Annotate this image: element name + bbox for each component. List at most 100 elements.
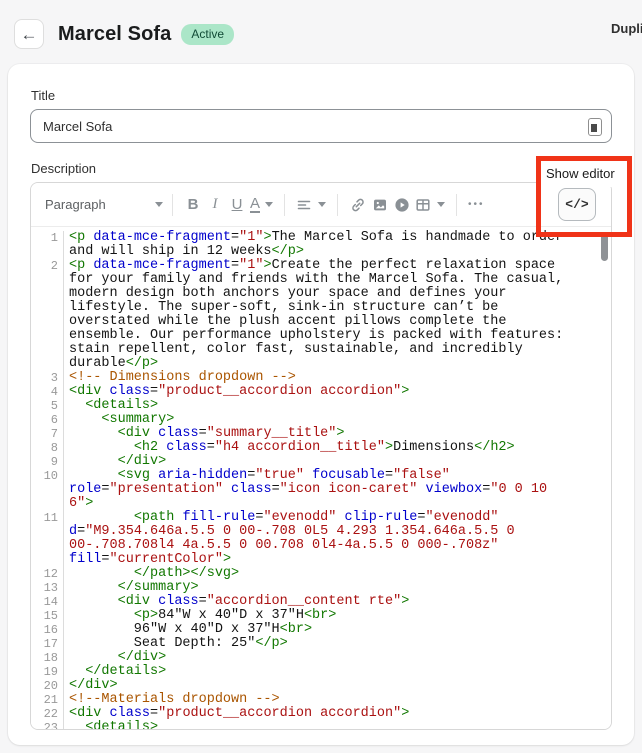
page-title: Marcel Sofa (58, 22, 172, 45)
link-icon (350, 197, 366, 213)
code-line[interactable]: <details> (64, 399, 162, 413)
status-badge: Active (181, 23, 235, 45)
duplicate-button[interactable]: Duplicate (611, 21, 642, 36)
code-row: 16 96"W x 40"D x 37"H<br> (31, 623, 611, 637)
code-row: 6 <summary> (31, 413, 611, 427)
line-number: 23 (31, 721, 64, 729)
page: ← Marcel Sofa Active Duplicate Title Des… (0, 0, 642, 753)
line-number: 9 (31, 455, 64, 469)
title-input[interactable] (30, 109, 612, 143)
code-lines: 1 <p data-mce-fragment="1">The Marcel Sof… (31, 227, 611, 729)
line-number: 1 (31, 231, 64, 259)
paragraph-style-select[interactable]: Paragraph (45, 197, 163, 212)
line-number: 21 (31, 693, 64, 707)
line-number: 5 (31, 399, 64, 413)
code-line[interactable]: <p data-mce-fragment="1">The Marcel Sofa… (64, 231, 567, 259)
code-line[interactable]: <details> (64, 721, 162, 730)
toolbar-divider (337, 193, 339, 216)
code-line[interactable]: <svg aria-hidden="true" focusable="false… (64, 469, 551, 511)
line-number: 8 (31, 441, 64, 455)
code-row: 8 <h2 class="h4 accordion__title">Dimens… (31, 441, 611, 455)
code-line[interactable]: <div class="product__accordion accordion… (64, 385, 413, 399)
code-row: 14 <div class="accordion__content rte"> (31, 595, 611, 609)
image-button[interactable] (369, 191, 391, 219)
line-number: 10 (31, 469, 64, 511)
line-number: 6 (31, 413, 64, 427)
line-number: 3 (31, 371, 64, 385)
code-icon: </> (565, 197, 589, 212)
chevron-down-icon (155, 202, 163, 207)
code-row: 18 </div> (31, 651, 611, 665)
code-row: 19 </details> (31, 665, 611, 679)
code-row: 22 <div class="product__accordion accordi… (31, 707, 611, 721)
align-left-icon (296, 197, 312, 213)
code-row: 2 <p data-mce-fragment="1">Create the per… (31, 259, 611, 371)
text-color-label: A (250, 195, 261, 213)
toolbar-divider (284, 193, 286, 216)
code-row: 1 <p data-mce-fragment="1">The Marcel Sof… (31, 231, 611, 259)
alignment-button[interactable] (294, 191, 328, 219)
code-editor[interactable]: 1 <p data-mce-fragment="1">The Marcel Sof… (31, 227, 611, 729)
video-button[interactable] (391, 191, 413, 219)
chevron-down-icon (265, 202, 274, 207)
code-line[interactable]: <h2 class="h4 accordion__title">Dimensio… (64, 441, 519, 455)
input-indicator-icon (588, 118, 602, 136)
code-row: 11 <path fill-rule="evenodd" clip-rule="… (31, 511, 611, 567)
chevron-down-icon (318, 202, 327, 207)
image-icon (372, 197, 388, 213)
line-number: 20 (31, 679, 64, 693)
code-line[interactable]: Seat Depth: 25"</p> (64, 637, 292, 651)
line-number: 12 (31, 567, 64, 581)
code-line[interactable]: <p>84"W x 40"D x 37"H<br> (64, 609, 340, 623)
code-line[interactable]: <path fill-rule="evenodd" clip-rule="eve… (64, 511, 519, 567)
italic-button[interactable]: I (204, 191, 226, 219)
code-row: 15 <p>84"W x 40"D x 37"H<br> (31, 609, 611, 623)
line-number: 17 (31, 637, 64, 651)
code-line[interactable]: </div> (64, 679, 122, 693)
line-number: 14 (31, 595, 64, 609)
product-card: Title Description Paragraph B I U A (8, 64, 634, 745)
link-button[interactable] (347, 191, 369, 219)
code-line[interactable]: <p data-mce-fragment="1">Create the perf… (64, 259, 567, 371)
code-line[interactable]: </path></svg> (64, 567, 243, 581)
table-button[interactable] (413, 191, 447, 219)
underline-button[interactable]: U (226, 191, 248, 219)
code-line[interactable]: </summary> (64, 581, 203, 595)
code-row: 7 <div class="summary__title"> (31, 427, 611, 441)
code-row: 3 <!-- Dimensions dropdown --> (31, 371, 611, 385)
code-row: 21 <!--Materials dropdown --> (31, 693, 611, 707)
code-line[interactable]: <div class="accordion__content rte"> (64, 595, 413, 609)
line-number: 7 (31, 427, 64, 441)
line-number: 4 (31, 385, 64, 399)
code-row: 13 </summary> (31, 581, 611, 595)
back-button[interactable]: ← (14, 19, 44, 49)
scrollbar-thumb[interactable] (601, 232, 608, 261)
code-line[interactable]: <div class="summary__title"> (64, 427, 348, 441)
code-line[interactable]: <summary> (64, 413, 178, 427)
title-input-wrap (30, 109, 612, 143)
code-line[interactable]: </div> (64, 455, 170, 469)
line-number: 22 (31, 707, 64, 721)
code-row: 20 </div> (31, 679, 611, 693)
bold-button[interactable]: B (182, 191, 204, 219)
code-row: 10 <svg aria-hidden="true" focusable="fa… (31, 469, 611, 511)
line-number: 18 (31, 651, 64, 665)
line-number: 19 (31, 665, 64, 679)
code-line[interactable]: </div> (64, 651, 170, 665)
toolbar-divider (172, 193, 173, 216)
description-editor: Paragraph B I U A ••• </> 1 <p data-mce-… (30, 182, 612, 730)
code-view-button[interactable]: </> (558, 188, 596, 221)
code-line[interactable]: <!-- Dimensions dropdown --> (64, 371, 300, 385)
code-line[interactable]: </details> (64, 665, 170, 679)
page-header: ← Marcel Sofa Active Duplicate (0, 0, 642, 55)
code-row: 4 <div class="product__accordion accordio… (31, 385, 611, 399)
description-label: Description (31, 161, 97, 176)
code-line[interactable]: 96"W x 40"D x 37"H<br> (64, 623, 316, 637)
code-line[interactable]: <div class="product__accordion accordion… (64, 707, 413, 721)
back-arrow-icon: ← (20, 24, 38, 44)
code-line[interactable]: <!--Materials dropdown --> (64, 693, 284, 707)
text-color-button[interactable]: A (248, 191, 275, 219)
more-options-button[interactable]: ••• (468, 199, 485, 210)
video-icon (394, 197, 410, 213)
table-icon (415, 197, 431, 213)
